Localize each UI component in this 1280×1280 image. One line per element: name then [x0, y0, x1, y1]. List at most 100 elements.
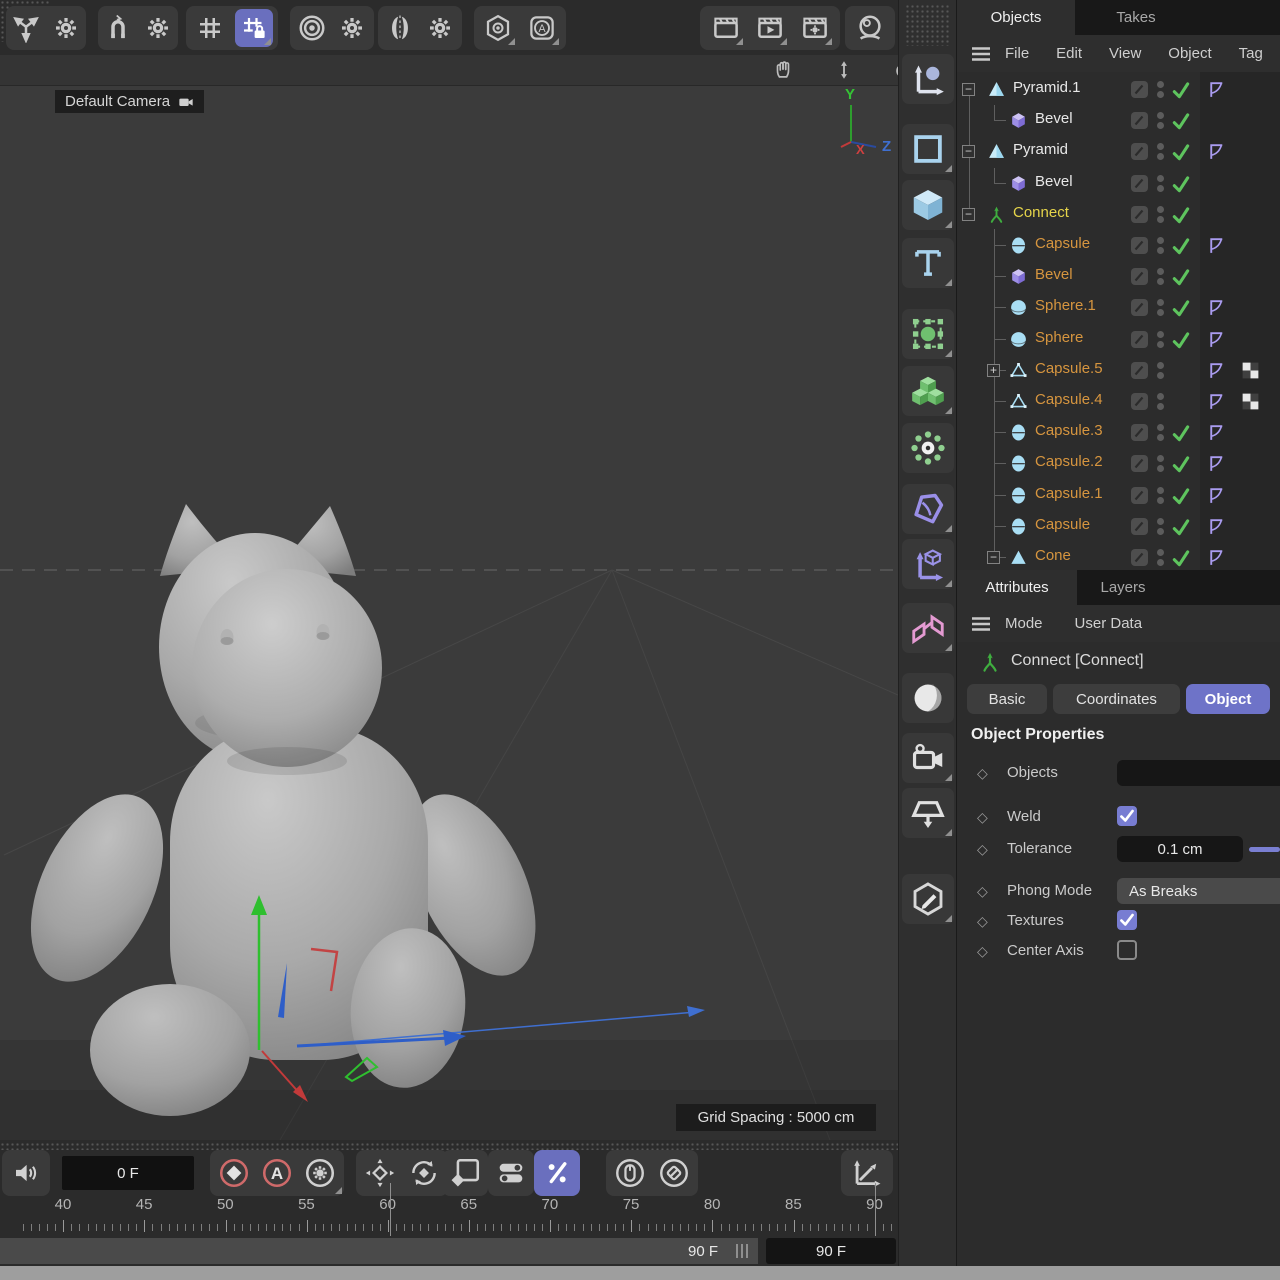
editor-toggle-icon[interactable]	[1130, 517, 1149, 536]
quantize-grid-icon[interactable]	[191, 9, 229, 47]
field-effector-button[interactable]	[902, 423, 954, 473]
autokey-record-icon[interactable]: A	[258, 1154, 296, 1192]
phong-tag-icon[interactable]	[1206, 79, 1227, 100]
visibility-dots[interactable]	[1157, 487, 1164, 504]
menu-user-data[interactable]: User Data	[1075, 615, 1143, 632]
sky-object-button[interactable]	[902, 673, 954, 723]
keyframe-diamond-icon[interactable]: ◇	[977, 943, 988, 960]
camera-label[interactable]: Default Camera	[55, 90, 204, 113]
editor-toggle-icon[interactable]	[1130, 80, 1149, 99]
tree-row-bevel[interactable]: Bevel	[957, 261, 1280, 292]
checkbox-center-axis[interactable]	[1117, 940, 1137, 960]
tree-row-capsule-4[interactable]: Capsule.4	[957, 386, 1280, 417]
visibility-dots[interactable]	[1157, 206, 1164, 223]
expander-minus[interactable]: −	[962, 145, 975, 158]
move-axes-tool-icon[interactable]	[7, 9, 45, 47]
phong-tag-icon[interactable]	[1206, 391, 1227, 412]
end-frame-field[interactable]: 90 F	[766, 1238, 896, 1264]
visibility-dots[interactable]	[1157, 299, 1164, 316]
phong-tag-icon[interactable]	[1206, 485, 1227, 506]
range-grip[interactable]	[736, 1244, 748, 1258]
palette-grip[interactable]	[905, 4, 951, 46]
menu-view[interactable]: View	[1109, 45, 1141, 62]
keyframe-diamond-icon[interactable]: ◇	[977, 913, 988, 930]
editor-toggle-icon[interactable]	[1130, 205, 1149, 224]
visibility-dots[interactable]	[1157, 424, 1164, 441]
editor-toggle-icon[interactable]	[1130, 361, 1149, 380]
tab-objects[interactable]: Objects	[957, 0, 1075, 35]
tab-attributes[interactable]: Attributes	[957, 570, 1077, 605]
visibility-dots[interactable]	[1157, 143, 1164, 160]
mode-button-coordinates[interactable]: Coordinates	[1053, 684, 1180, 714]
render-view-icon[interactable]	[707, 9, 745, 47]
fcurve-mode-icon[interactable]	[848, 1154, 886, 1192]
annotation-icon[interactable]: A	[523, 9, 561, 47]
expander-plus[interactable]: +	[987, 364, 1000, 377]
object-name[interactable]: Capsule	[1035, 235, 1090, 252]
key-pla-filter-icon[interactable]	[492, 1154, 530, 1192]
keyframe-settings-icon[interactable]	[301, 1154, 339, 1192]
cube-primitive-button[interactable]	[902, 180, 954, 230]
editor-toggle-icon[interactable]	[1130, 236, 1149, 255]
material-edit-button[interactable]	[902, 874, 954, 924]
object-name[interactable]: Capsule	[1035, 516, 1090, 533]
enabled-check-icon[interactable]	[1171, 267, 1191, 287]
tab-layers[interactable]: Layers	[1077, 570, 1169, 605]
phong-tag-icon[interactable]	[1206, 547, 1227, 568]
panel-menu-icon[interactable]	[969, 42, 993, 66]
phong-tag-icon[interactable]	[1206, 141, 1227, 162]
expander-minus[interactable]: −	[962, 83, 975, 96]
phong-tag-icon[interactable]	[1206, 360, 1227, 381]
enabled-check-icon[interactable]	[1171, 486, 1191, 506]
object-name[interactable]: Capsule.5	[1035, 360, 1103, 377]
deformer-button[interactable]	[902, 484, 954, 534]
viewport-filter-icon[interactable]	[479, 9, 517, 47]
object-name[interactable]: Capsule.3	[1035, 422, 1103, 439]
enabled-check-icon[interactable]	[1171, 174, 1191, 194]
sound-button[interactable]	[2, 1150, 50, 1196]
object-name[interactable]: Pyramid.1	[1013, 79, 1081, 96]
menu-object[interactable]: Object	[1168, 45, 1211, 62]
enabled-check-icon[interactable]	[1171, 548, 1191, 568]
phong-tag-icon[interactable]	[1206, 297, 1227, 318]
object-name[interactable]: Sphere	[1035, 329, 1083, 346]
tree-row-capsule-3[interactable]: Capsule.3	[957, 417, 1280, 448]
checkbox-weld[interactable]	[1117, 806, 1137, 826]
editor-toggle-icon[interactable]	[1130, 330, 1149, 349]
snap-magnet-icon[interactable]	[99, 9, 137, 47]
visibility-dots[interactable]	[1157, 175, 1164, 192]
object-name[interactable]: Capsule.4	[1035, 391, 1103, 408]
render-play-icon[interactable]	[751, 9, 789, 47]
teddy-model[interactable]	[4, 504, 561, 1116]
object-name[interactable]: Capsule.2	[1035, 453, 1103, 470]
editor-toggle-icon[interactable]	[1130, 298, 1149, 317]
object-name[interactable]: Connect	[1013, 204, 1069, 221]
camera-ball-icon[interactable]	[851, 9, 889, 47]
editor-toggle-icon[interactable]	[1130, 111, 1149, 130]
tree-row-capsule-2[interactable]: Capsule.2	[957, 448, 1280, 479]
tab-takes[interactable]: Takes	[1075, 0, 1197, 35]
key-position-filter-icon[interactable]	[361, 1154, 399, 1192]
render-settings-icon[interactable]	[796, 9, 834, 47]
enabled-check-icon[interactable]	[1171, 80, 1191, 100]
tree-row-capsule[interactable]: Capsule	[957, 230, 1280, 261]
settings-gear-icon[interactable]	[333, 9, 371, 47]
tree-row-sphere[interactable]: Sphere	[957, 324, 1280, 355]
panel-menu-icon[interactable]	[969, 612, 993, 636]
visibility-dots[interactable]	[1157, 268, 1164, 285]
visibility-dots[interactable]	[1157, 518, 1164, 535]
expander-minus[interactable]: −	[987, 551, 1000, 564]
menu-mode[interactable]: Mode	[1005, 615, 1043, 632]
visibility-dots[interactable]	[1157, 549, 1164, 566]
visibility-dots[interactable]	[1157, 237, 1164, 254]
object-name[interactable]: Bevel	[1035, 173, 1073, 190]
menu-file[interactable]: File	[1005, 45, 1029, 62]
timeline-grip[interactable]	[0, 1142, 898, 1150]
checkbox-textures[interactable]	[1117, 910, 1137, 930]
volume-builder-button[interactable]	[902, 366, 954, 416]
editor-toggle-icon[interactable]	[1130, 392, 1149, 411]
tree-row-sphere-1[interactable]: Sphere.1	[957, 292, 1280, 323]
visibility-dots[interactable]	[1157, 362, 1164, 379]
enabled-check-icon[interactable]	[1171, 205, 1191, 225]
key-rotation-filter-icon[interactable]	[405, 1154, 443, 1192]
